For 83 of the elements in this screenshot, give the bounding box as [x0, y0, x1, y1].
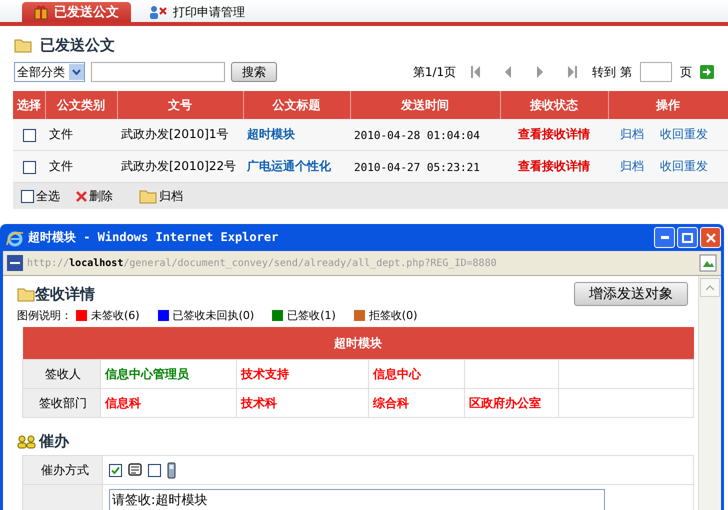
- legend-text: 拒签收(0): [368, 308, 418, 323]
- page-number-field[interactable]: [640, 62, 672, 82]
- delete-icon: [76, 190, 87, 202]
- action-link[interactable]: 收回重发: [660, 159, 708, 173]
- section-title: 催办: [39, 432, 69, 451]
- legend-label: 图例说明：: [17, 308, 72, 323]
- next-page-icon[interactable]: [535, 66, 546, 78]
- table-cell: 武政办发[2010]1号: [121, 127, 229, 141]
- table-cell: 信息中心管理员: [100, 360, 236, 388]
- row-header: 签收部门: [22, 388, 100, 418]
- minimize-icon: [660, 236, 668, 239]
- table-cell: 文件: [49, 159, 73, 173]
- row-header: 签收人: [22, 360, 100, 388]
- people-icon: [149, 5, 167, 19]
- table-cell: 信息中心: [368, 360, 464, 388]
- table-cell: 信息科: [100, 388, 236, 418]
- table-cell: 2010-04-28 01:04:04: [354, 128, 480, 142]
- tab[interactable]: 打印申请管理: [137, 2, 257, 22]
- column-header: 文号: [117, 91, 243, 119]
- column-header: 接收状态: [500, 91, 608, 119]
- archive-icon: [139, 188, 157, 204]
- table-cell: 综合科: [368, 388, 464, 418]
- row-checkbox[interactable]: [22, 128, 36, 142]
- page-icon[interactable]: [699, 254, 717, 272]
- table-title: 超时模块: [22, 327, 694, 360]
- method-checkbox[interactable]: [148, 464, 161, 476]
- legend-text: 已签收(1): [287, 308, 336, 323]
- previous-page-icon[interactable]: [503, 66, 514, 78]
- column-header: 选择: [13, 91, 45, 119]
- message-field[interactable]: 请签收:超时模块: [109, 489, 605, 510]
- site-icon: [7, 255, 23, 271]
- folder-icon: [14, 38, 32, 53]
- close-icon: [706, 232, 716, 242]
- row-header: 催办方式: [22, 456, 102, 484]
- scroll-up-icon[interactable]: [706, 285, 714, 290]
- gift-icon: [34, 4, 48, 20]
- last-page-icon[interactable]: [567, 66, 578, 78]
- folder-icon: [17, 286, 35, 302]
- section-title: 签收详情: [35, 284, 95, 304]
- category-dropdown[interactable]: 全部分类: [14, 62, 85, 82]
- action-link[interactable]: 归档: [620, 159, 644, 173]
- search-field[interactable]: [91, 62, 225, 82]
- document-title-link[interactable]: 超时模块: [247, 127, 295, 141]
- table-cell: 区政府办公室: [464, 388, 558, 418]
- table-cell: 技术支持: [236, 360, 368, 388]
- page-title: 已发送公文: [40, 36, 115, 55]
- close-button[interactable]: [700, 227, 721, 248]
- delete-link[interactable]: 删除: [89, 188, 113, 204]
- column-header: 发送时间: [350, 91, 500, 119]
- table-cell: 文件: [49, 127, 73, 141]
- column-header: 公文标题: [243, 91, 350, 119]
- maximize-button[interactable]: [677, 227, 698, 248]
- add-recipients-button[interactable]: 增添发送对象: [574, 282, 688, 306]
- mobile-phone-icon: [167, 462, 176, 478]
- column-header: 公文类别: [45, 91, 117, 119]
- message-icon: [128, 462, 142, 478]
- table-cell: 2010-04-27 05:23:21: [354, 160, 480, 174]
- method-checkbox[interactable]: [109, 464, 122, 476]
- first-page-icon[interactable]: [471, 66, 482, 78]
- table-cell: 技术科: [236, 388, 368, 418]
- people-icon: [17, 434, 37, 448]
- tab[interactable]: 已发送公文: [22, 2, 131, 22]
- ie-logo-icon: [6, 228, 24, 246]
- select-all-checkbox[interactable]: [21, 190, 34, 202]
- scrollbar[interactable]: [698, 276, 721, 510]
- page-info: 第1/1页: [412, 64, 456, 80]
- maximize-icon: [682, 232, 693, 242]
- go-arrow-icon[interactable]: [700, 65, 714, 79]
- action-link[interactable]: 归档: [620, 127, 644, 141]
- minimize-button[interactable]: [654, 227, 675, 248]
- table-cell: 武政办发[2010]22号: [121, 159, 236, 173]
- legend-text: 已签收未回执(0): [172, 308, 254, 323]
- column-header: 操作: [608, 91, 728, 119]
- page-suffix: 页: [680, 64, 692, 80]
- select-all-label[interactable]: 全选: [36, 188, 60, 204]
- window-title: 超时模块 - Windows Internet Explorer: [28, 229, 278, 246]
- archive-link[interactable]: 归档: [159, 188, 183, 204]
- caret-icon: [72, 69, 81, 75]
- legend-text: 未签收(6): [91, 308, 140, 323]
- search-button[interactable]: 搜索: [231, 62, 277, 82]
- action-link[interactable]: 收回重发: [660, 127, 708, 141]
- row-checkbox[interactable]: [22, 160, 36, 174]
- goto-label: 转到 第: [592, 64, 632, 80]
